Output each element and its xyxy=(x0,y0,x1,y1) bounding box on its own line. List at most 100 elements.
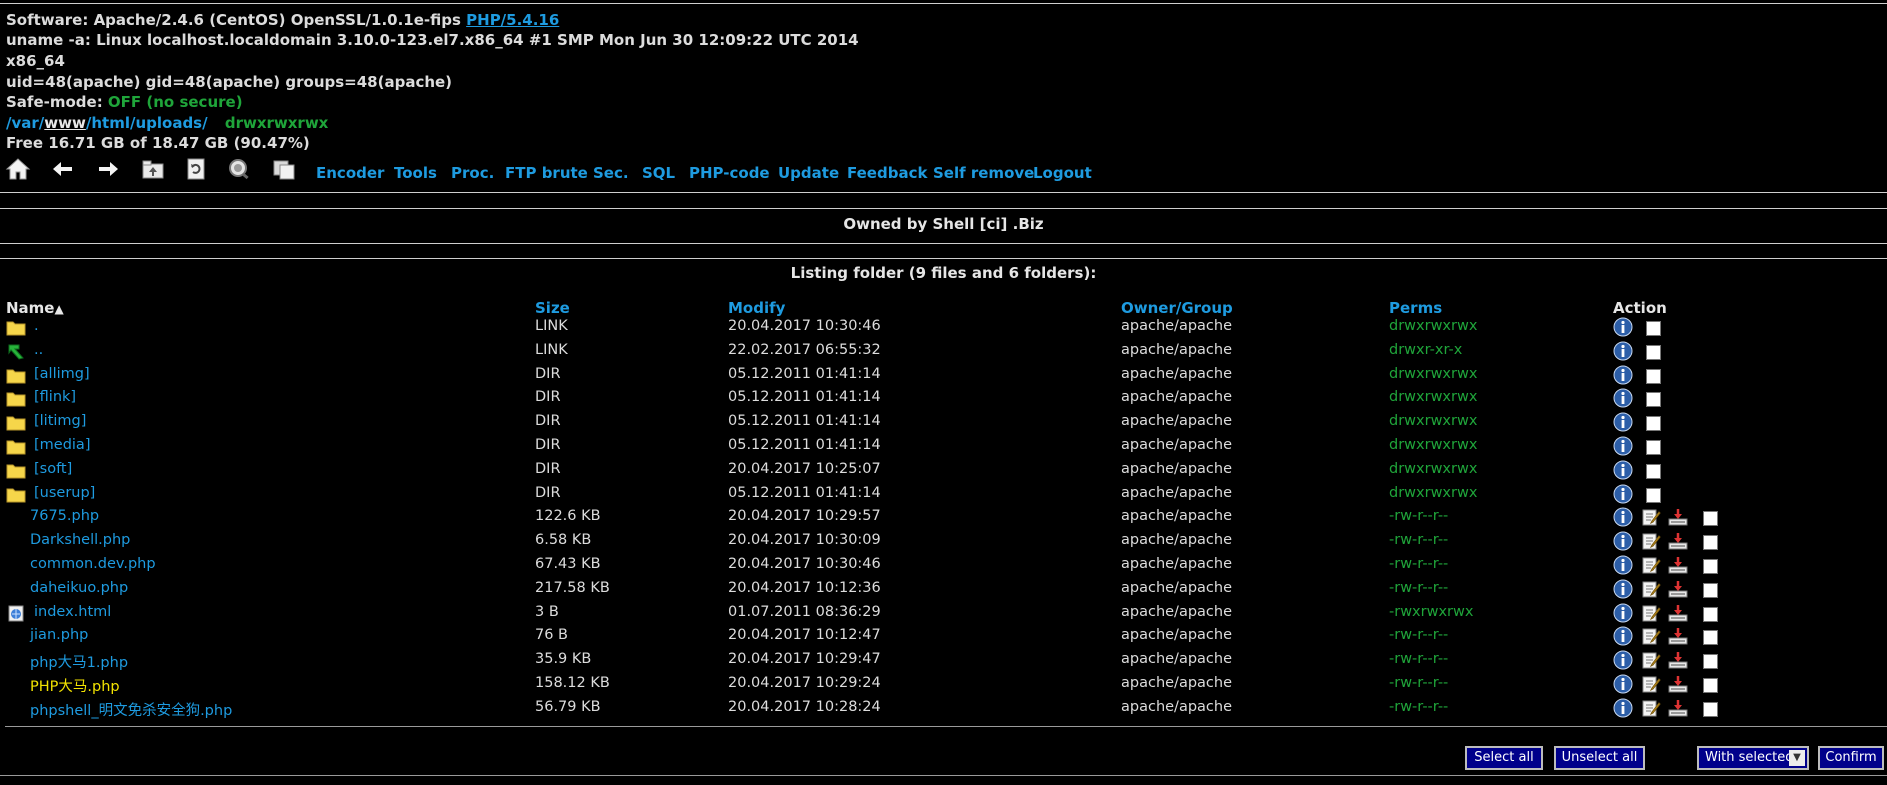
edit-icon[interactable] xyxy=(1641,507,1661,531)
refresh-icon[interactable] xyxy=(183,157,209,181)
edit-icon[interactable] xyxy=(1641,555,1661,579)
file-link[interactable]: daheikuo.php xyxy=(30,580,128,596)
menu-sec[interactable]: Sec. xyxy=(593,164,629,182)
path-var-link[interactable]: var xyxy=(11,114,38,132)
file-link[interactable]: 7675.php xyxy=(30,508,99,524)
download-icon[interactable] xyxy=(1668,531,1688,555)
path-html-link[interactable]: html xyxy=(91,114,130,132)
file-link[interactable]: Darkshell.php xyxy=(30,532,130,548)
folder-link[interactable]: [litimg] xyxy=(34,413,86,429)
select-checkbox[interactable] xyxy=(1703,701,1718,717)
edit-icon[interactable] xyxy=(1641,626,1661,650)
download-icon[interactable] xyxy=(1668,626,1688,650)
info-icon[interactable] xyxy=(1613,674,1633,698)
back-arrow-icon[interactable] xyxy=(50,157,76,181)
php-version-link[interactable]: PHP/5.4.16 xyxy=(466,11,559,29)
info-icon[interactable] xyxy=(1613,460,1633,484)
download-icon[interactable] xyxy=(1668,507,1688,531)
permissions-link[interactable]: -rw-r--r-- xyxy=(1389,627,1448,643)
download-icon[interactable] xyxy=(1668,555,1688,579)
col-owner-header[interactable]: Owner/Group xyxy=(1121,299,1233,317)
permissions-link[interactable]: drwxrwxrwx xyxy=(1389,318,1477,334)
select-checkbox[interactable] xyxy=(1646,321,1661,336)
edit-icon[interactable] xyxy=(1641,531,1661,555)
menu-proc[interactable]: Proc. xyxy=(451,164,494,182)
download-icon[interactable] xyxy=(1668,603,1688,627)
menu-ftp-brute[interactable]: FTP brute xyxy=(505,164,588,182)
download-icon[interactable] xyxy=(1668,674,1688,698)
info-icon[interactable] xyxy=(1613,507,1633,531)
select-checkbox[interactable] xyxy=(1703,606,1718,622)
folder-link[interactable]: [flink] xyxy=(34,389,76,405)
folder-link[interactable]: [userup] xyxy=(34,485,95,501)
col-name-header[interactable]: Name▲ xyxy=(6,299,64,317)
select-all-button[interactable]: Select all xyxy=(1465,746,1543,770)
select-checkbox[interactable] xyxy=(1703,654,1718,670)
search-icon[interactable] xyxy=(226,157,252,181)
folder-link[interactable]: [allimg] xyxy=(34,366,90,382)
menu-tools[interactable]: Tools xyxy=(394,164,437,182)
permissions-link[interactable]: drwxrwxrwx xyxy=(1389,389,1477,405)
file-link[interactable]: php大马1.php xyxy=(30,651,128,672)
select-checkbox[interactable] xyxy=(1703,511,1718,527)
select-checkbox[interactable] xyxy=(1703,559,1718,574)
download-icon[interactable] xyxy=(1668,579,1688,603)
select-checkbox[interactable] xyxy=(1646,487,1661,503)
permissions-link[interactable]: drwxrwxrwx xyxy=(1389,485,1477,501)
select-checkbox[interactable] xyxy=(1703,630,1718,646)
folder-link[interactable]: .. xyxy=(34,342,43,358)
info-icon[interactable] xyxy=(1613,555,1633,579)
select-checkbox[interactable] xyxy=(1646,392,1661,408)
col-perms-header[interactable]: Perms xyxy=(1389,299,1442,317)
menu-sql[interactable]: SQL xyxy=(642,164,675,182)
download-icon[interactable] xyxy=(1668,698,1688,722)
permissions-link[interactable]: drwxrwxrwx xyxy=(1389,413,1477,429)
col-modify-header[interactable]: Modify xyxy=(728,299,785,317)
info-icon[interactable] xyxy=(1613,650,1633,674)
col-size-header[interactable]: Size xyxy=(535,299,570,317)
permissions-link[interactable]: -rw-r--r-- xyxy=(1389,699,1448,715)
info-icon[interactable] xyxy=(1613,579,1633,603)
unselect-all-button[interactable]: Unselect all xyxy=(1554,746,1645,770)
folder-link[interactable]: [soft] xyxy=(34,461,72,477)
file-link[interactable]: PHP大马.php xyxy=(30,675,120,696)
select-checkbox[interactable] xyxy=(1646,440,1661,455)
confirm-button[interactable]: Confirm xyxy=(1818,746,1884,770)
folder-link[interactable]: . xyxy=(34,318,39,334)
edit-icon[interactable] xyxy=(1641,650,1661,674)
path-uploads-link[interactable]: uploads xyxy=(135,114,202,132)
info-icon[interactable] xyxy=(1613,341,1633,365)
select-checkbox[interactable] xyxy=(1646,368,1661,384)
select-checkbox[interactable] xyxy=(1646,344,1661,360)
permissions-link[interactable]: -rw-r--r-- xyxy=(1389,580,1448,596)
select-checkbox[interactable] xyxy=(1646,416,1661,432)
select-checkbox[interactable] xyxy=(1646,463,1661,479)
select-checkbox[interactable] xyxy=(1703,582,1718,598)
edit-icon[interactable] xyxy=(1641,579,1661,603)
file-link[interactable]: index.html xyxy=(34,604,111,620)
permissions-link[interactable]: drwxrwxrwx xyxy=(1389,366,1477,382)
info-icon[interactable] xyxy=(1613,484,1633,508)
edit-icon[interactable] xyxy=(1641,698,1661,722)
info-icon[interactable] xyxy=(1613,603,1633,627)
forward-arrow-icon[interactable] xyxy=(95,157,121,181)
info-icon[interactable] xyxy=(1613,317,1633,341)
permissions-link[interactable]: -rwxrwxrwx xyxy=(1389,604,1473,620)
info-icon[interactable] xyxy=(1613,626,1633,650)
file-link[interactable]: phpshell_明文免杀安全狗.php xyxy=(30,699,232,720)
permissions-link[interactable]: -rw-r--r-- xyxy=(1389,532,1448,548)
permissions-link[interactable]: -rw-r--r-- xyxy=(1389,651,1448,667)
menu-self-remove[interactable]: Self remove xyxy=(933,164,1034,182)
info-icon[interactable] xyxy=(1613,388,1633,412)
permissions-link[interactable]: -rw-r--r-- xyxy=(1389,508,1448,524)
parent-folder-icon[interactable] xyxy=(140,157,166,181)
menu-php-code[interactable]: PHP-code xyxy=(689,164,770,182)
edit-icon[interactable] xyxy=(1641,603,1661,627)
file-link[interactable]: jian.php xyxy=(30,627,88,643)
copy-icon[interactable] xyxy=(271,157,297,181)
info-icon[interactable] xyxy=(1613,365,1633,389)
info-icon[interactable] xyxy=(1613,412,1633,436)
menu-update[interactable]: Update xyxy=(778,164,839,182)
select-checkbox[interactable] xyxy=(1703,678,1718,693)
path-www-link[interactable]: www xyxy=(44,114,86,132)
